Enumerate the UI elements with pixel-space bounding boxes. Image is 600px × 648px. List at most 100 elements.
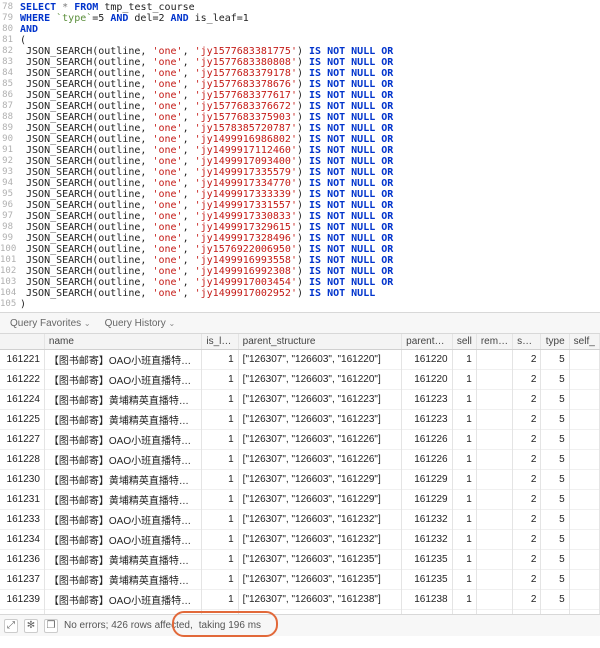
- gear-icon[interactable]: ✻: [24, 619, 38, 633]
- cell-name[interactable]: 【图书邮寄】OAO小班直播特训营系...: [44, 530, 201, 550]
- cell-self[interactable]: [569, 470, 599, 490]
- cell-self[interactable]: [569, 530, 599, 550]
- cell-sell[interactable]: 1: [452, 490, 476, 510]
- table-row[interactable]: 161233【图书邮寄】OAO小班直播特训营系...1["126307", "1…: [0, 510, 600, 530]
- col-header-name[interactable]: name: [44, 334, 201, 350]
- cell-shop[interactable]: 2: [513, 410, 541, 430]
- cell-self[interactable]: [569, 390, 599, 410]
- cell-shop[interactable]: 2: [513, 350, 541, 370]
- cell-self[interactable]: [569, 450, 599, 470]
- table-row[interactable]: 161222【图书邮寄】OAO小班直播特训营系...1["126307", "1…: [0, 370, 600, 390]
- cell-shop[interactable]: 2: [513, 570, 541, 590]
- cell-sell[interactable]: 1: [452, 570, 476, 590]
- results-grid[interactable]: name is_leaf parent_structure parent_id …: [0, 334, 600, 614]
- cell-type[interactable]: 5: [541, 490, 569, 510]
- col-header-isleaf[interactable]: is_leaf: [202, 334, 238, 350]
- cell-id[interactable]: 161236: [0, 550, 44, 570]
- expand-icon[interactable]: ⤢: [4, 619, 18, 633]
- cell-self[interactable]: [569, 570, 599, 590]
- cell-name[interactable]: 【图书邮寄】OAO小班直播特训营系...: [44, 430, 201, 450]
- cell-pid[interactable]: 161223: [402, 410, 452, 430]
- cell-ps[interactable]: ["126307", "126603", "161232"]: [238, 510, 402, 530]
- cell-isleaf[interactable]: 1: [202, 470, 238, 490]
- cell-shop[interactable]: 2: [513, 550, 541, 570]
- col-header-parentstructure[interactable]: parent_structure: [238, 334, 402, 350]
- cell-id[interactable]: 161234: [0, 530, 44, 550]
- table-row[interactable]: 161239【图书邮寄】OAO小班直播特训营系...1["126307", "1…: [0, 590, 600, 610]
- cell-id[interactable]: 161222: [0, 370, 44, 390]
- cell-shop[interactable]: 2: [513, 390, 541, 410]
- cell-self[interactable]: [569, 410, 599, 430]
- cell-remark[interactable]: [476, 390, 512, 410]
- query-favorites-dropdown[interactable]: Query Favorites ⌄: [10, 318, 91, 329]
- col-header-id[interactable]: [0, 334, 44, 350]
- cell-self[interactable]: [569, 590, 599, 610]
- cell-isleaf[interactable]: 1: [202, 410, 238, 430]
- cell-sell[interactable]: 1: [452, 430, 476, 450]
- cell-pid[interactable]: 161223: [402, 390, 452, 410]
- cell-ps[interactable]: ["126307", "126603", "161226"]: [238, 450, 402, 470]
- cell-self[interactable]: [569, 490, 599, 510]
- cell-pid[interactable]: 161220: [402, 350, 452, 370]
- col-header-type[interactable]: type: [541, 334, 569, 350]
- cell-sell[interactable]: 1: [452, 390, 476, 410]
- cell-sell[interactable]: 1: [452, 410, 476, 430]
- cell-id[interactable]: 161233: [0, 510, 44, 530]
- cell-isleaf[interactable]: 1: [202, 390, 238, 410]
- cell-ps[interactable]: ["126307", "126603", "161229"]: [238, 490, 402, 510]
- cell-type[interactable]: 5: [541, 390, 569, 410]
- cell-ps[interactable]: ["126307", "126603", "161220"]: [238, 350, 402, 370]
- cell-id[interactable]: 161231: [0, 490, 44, 510]
- cell-remark[interactable]: [476, 410, 512, 430]
- cell-pid[interactable]: 161220: [402, 370, 452, 390]
- cell-isleaf[interactable]: 1: [202, 490, 238, 510]
- cell-self[interactable]: [569, 550, 599, 570]
- cell-name[interactable]: 【图书邮寄】黄埔精英直播特训营系...: [44, 550, 201, 570]
- cell-shop[interactable]: 2: [513, 470, 541, 490]
- cell-remark[interactable]: [476, 590, 512, 610]
- sql-editor[interactable]: 78 79 80 81 82 83 84 85 86 87 88 89 90 9…: [0, 0, 600, 312]
- cell-ps[interactable]: ["126307", "126603", "161223"]: [238, 390, 402, 410]
- table-row[interactable]: 161224【图书邮寄】黄埔精英直播特训营系...1["126307", "12…: [0, 390, 600, 410]
- cell-remark[interactable]: [476, 430, 512, 450]
- cell-id[interactable]: 161225: [0, 410, 44, 430]
- col-header-self[interactable]: self_: [569, 334, 599, 350]
- cell-name[interactable]: 【图书邮寄】OAO小班直播特训营系...: [44, 590, 201, 610]
- cell-name[interactable]: 【图书邮寄】OAO小班直播特训营系...: [44, 370, 201, 390]
- cell-isleaf[interactable]: 1: [202, 530, 238, 550]
- cell-id[interactable]: 161221: [0, 350, 44, 370]
- query-history-dropdown[interactable]: Query History ⌄: [105, 318, 176, 329]
- table-row[interactable]: 161237【图书邮寄】黄埔精英直播特训营系...1["126307", "12…: [0, 570, 600, 590]
- cell-pid[interactable]: 161235: [402, 570, 452, 590]
- cell-self[interactable]: [569, 350, 599, 370]
- cell-pid[interactable]: 161232: [402, 530, 452, 550]
- cell-isleaf[interactable]: 1: [202, 350, 238, 370]
- cell-pid[interactable]: 161226: [402, 450, 452, 470]
- cell-sell[interactable]: 1: [452, 530, 476, 550]
- cell-name[interactable]: 【图书邮寄】OAO小班直播特训营系...: [44, 450, 201, 470]
- cell-ps[interactable]: ["126307", "126603", "161223"]: [238, 410, 402, 430]
- cell-shop[interactable]: 2: [513, 370, 541, 390]
- cell-sell[interactable]: 1: [452, 590, 476, 610]
- cell-ps[interactable]: ["126307", "126603", "161232"]: [238, 530, 402, 550]
- cell-ps[interactable]: ["126307", "126603", "161226"]: [238, 430, 402, 450]
- cell-ps[interactable]: ["126307", "126603", "161238"]: [238, 590, 402, 610]
- cell-remark[interactable]: [476, 530, 512, 550]
- cell-shop[interactable]: 2: [513, 530, 541, 550]
- cell-type[interactable]: 5: [541, 510, 569, 530]
- cell-ps[interactable]: ["126307", "126603", "161220"]: [238, 370, 402, 390]
- cell-isleaf[interactable]: 1: [202, 510, 238, 530]
- cell-remark[interactable]: [476, 490, 512, 510]
- cell-sell[interactable]: 1: [452, 450, 476, 470]
- cell-sell[interactable]: 1: [452, 510, 476, 530]
- cell-name[interactable]: 【图书邮寄】黄埔精英直播特训营系...: [44, 570, 201, 590]
- cell-shop[interactable]: 2: [513, 590, 541, 610]
- cell-isleaf[interactable]: 1: [202, 590, 238, 610]
- cell-id[interactable]: 161224: [0, 390, 44, 410]
- cell-type[interactable]: 5: [541, 430, 569, 450]
- cell-id[interactable]: 161227: [0, 430, 44, 450]
- cell-type[interactable]: 5: [541, 450, 569, 470]
- cell-sell[interactable]: 1: [452, 550, 476, 570]
- cell-name[interactable]: 【图书邮寄】OAO小班直播特训营系...: [44, 510, 201, 530]
- cell-remark[interactable]: [476, 470, 512, 490]
